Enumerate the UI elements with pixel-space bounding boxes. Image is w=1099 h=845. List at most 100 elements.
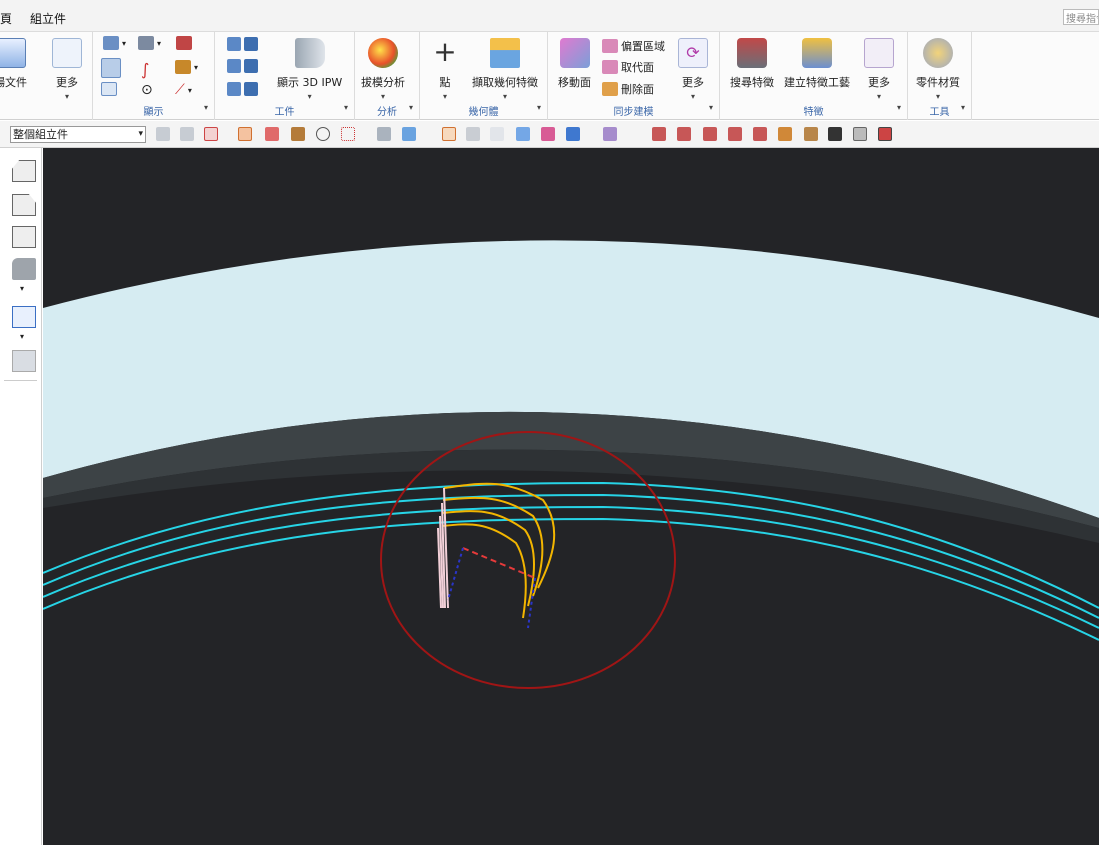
- ribbon-group-geometry: + 點 ▾ 擷取幾何特徵 ▾ 幾何體 ▾: [420, 32, 548, 120]
- shaded-icon[interactable]: [377, 127, 391, 141]
- find-feature-button[interactable]: 搜尋特徵: [730, 38, 774, 90]
- extract-geometry-button[interactable]: 擷取幾何特徵 ▾: [472, 38, 538, 101]
- doc-label: 場文件: [0, 76, 27, 89]
- show-3d-ipw-button[interactable]: 顯示 3D IPW ▾: [277, 38, 342, 101]
- toolpath-yellow: [441, 482, 556, 619]
- offset-region-button[interactable]: 偏置區域: [602, 38, 665, 54]
- csys5-icon[interactable]: [753, 127, 767, 141]
- cube-select-icon[interactable]: [238, 127, 252, 141]
- toolpath-pink: [437, 487, 449, 609]
- assembly-navigator-icon[interactable]: [12, 160, 36, 182]
- ipw-icon: [294, 38, 325, 68]
- measure-icon[interactable]: [778, 127, 792, 141]
- wp-tool-3[interactable]: [227, 82, 258, 96]
- part-material-button[interactable]: 零件材質 ▾: [916, 38, 960, 101]
- ribbon-group-tools: 零件材質 ▾ 工具 ▾: [908, 32, 972, 120]
- chevron-down-icon[interactable]: ▾: [20, 284, 24, 293]
- display-tool-3[interactable]: [176, 36, 192, 50]
- display-tool-8[interactable]: ⊙: [141, 82, 153, 98]
- delete-face-label: 刪除面: [621, 83, 654, 96]
- approach-move: [447, 547, 464, 601]
- doc-button[interactable]: 場文件: [0, 38, 27, 90]
- feature-group-icon: [802, 38, 832, 68]
- delete-face-button[interactable]: 刪除面: [602, 81, 654, 97]
- chevron-down-icon[interactable]: ▾: [709, 103, 713, 112]
- csys3-icon[interactable]: [703, 127, 717, 141]
- display-tool-4[interactable]: [101, 58, 121, 78]
- chevron-down-icon[interactable]: ▾: [537, 103, 541, 112]
- create-feature-group-button[interactable]: 建立特徵工藝: [784, 38, 850, 90]
- geometry-label: 幾何體: [468, 107, 499, 118]
- display-tool-5[interactable]: ∫: [141, 60, 149, 79]
- display-tool-2[interactable]: ▾: [138, 36, 161, 50]
- black-square-icon[interactable]: [828, 127, 842, 141]
- chevron-down-icon[interactable]: ▾: [961, 103, 965, 112]
- selection-scope-select[interactable]: 整個組立件 ▾: [10, 126, 146, 143]
- wp-tool-2[interactable]: [227, 59, 258, 73]
- draft-analysis-icon: [368, 38, 398, 68]
- find-feature-label: 搜尋特徵: [730, 76, 774, 89]
- flag-icon: [244, 59, 258, 73]
- select-frame-icon[interactable]: [204, 127, 218, 141]
- display-tool-6[interactable]: ▾: [175, 60, 198, 74]
- hatch-icon: [101, 58, 121, 78]
- replace-face-button[interactable]: 取代面: [602, 59, 654, 75]
- more-button-3[interactable]: 更多 ▾: [864, 38, 894, 101]
- chevron-down-icon[interactable]: ▾: [344, 103, 348, 112]
- red-square-icon[interactable]: [878, 127, 892, 141]
- pick-point-icon[interactable]: [265, 127, 279, 141]
- snap-icon[interactable]: [180, 127, 194, 141]
- plus-icon: +: [433, 35, 457, 68]
- view-front-icon[interactable]: [490, 127, 504, 141]
- reuse-library-icon[interactable]: [12, 258, 36, 280]
- csys-icon[interactable]: [652, 127, 666, 141]
- csys4-icon[interactable]: [728, 127, 742, 141]
- view-right-icon[interactable]: [541, 127, 555, 141]
- chevron-down-icon: ▾: [194, 62, 199, 72]
- polygon-icon[interactable]: [316, 127, 330, 141]
- layer-icon[interactable]: [603, 127, 617, 141]
- display-tool-9[interactable]: ⟋ ▾: [175, 82, 192, 98]
- menu-item-assembly[interactable]: 組立件: [30, 10, 66, 27]
- menu-item-partial[interactable]: 頁: [0, 10, 12, 27]
- ribbon-group-feature: 搜尋特徵 建立特徵工藝 更多 ▾ 特徵 ▾: [720, 32, 908, 120]
- graphics-window[interactable]: [43, 148, 1099, 845]
- part-material-label: 零件材質: [916, 76, 960, 89]
- replace-face-icon: [602, 60, 618, 74]
- csys2-icon[interactable]: [677, 127, 691, 141]
- display-tool-1[interactable]: ▾: [103, 36, 126, 50]
- divider: [4, 380, 37, 381]
- draft-analysis-label: 拔模分析: [361, 76, 405, 89]
- view-cube-icon[interactable]: [442, 127, 456, 141]
- more-button-2[interactable]: ⟳ 更多 ▾: [678, 38, 708, 101]
- draft-analysis-button[interactable]: 拔模分析 ▾: [361, 38, 405, 101]
- gray-square-icon[interactable]: [853, 127, 867, 141]
- box-select-icon[interactable]: [341, 127, 355, 141]
- view-shade-icon[interactable]: [566, 127, 580, 141]
- view-iso-icon[interactable]: [466, 127, 480, 141]
- point-button[interactable]: + 點 ▾: [430, 35, 460, 102]
- section-icon[interactable]: [804, 127, 818, 141]
- more-button-1[interactable]: 更多 ▾: [52, 38, 82, 101]
- tools-group-label: 工具 ▾: [908, 103, 971, 118]
- chevron-down-icon[interactable]: ▾: [20, 332, 24, 341]
- move-face-button[interactable]: 移動面: [558, 38, 591, 90]
- chevron-down-icon[interactable]: ▾: [897, 103, 901, 112]
- menu-bar: 頁 組立件 搜尋指令: [0, 0, 1099, 32]
- ribbon: 場文件 更多 ▾ ▾ ▾ ∫ ▾ ⊙ ⟋▾ 顯示▾ 顯示 3D IPW ▾ 工件…: [0, 32, 1099, 120]
- constraint-navigator-icon[interactable]: [12, 194, 36, 216]
- snap-point-icon[interactable]: [291, 127, 305, 141]
- chevron-down-icon[interactable]: ▾: [204, 103, 208, 112]
- roles-icon[interactable]: [12, 350, 36, 372]
- flag-icon: [244, 82, 258, 96]
- part-navigator-icon[interactable]: [12, 226, 36, 248]
- fit-view-icon[interactable]: [12, 306, 36, 328]
- render-icon[interactable]: [402, 127, 416, 141]
- feature-group-label: 特徵 ▾: [720, 103, 907, 118]
- filter-icon[interactable]: [156, 127, 170, 141]
- command-search-input[interactable]: 搜尋指令: [1063, 9, 1099, 25]
- display-tool-7[interactable]: [101, 82, 117, 96]
- view-top-icon[interactable]: [516, 127, 530, 141]
- wp-tool-1[interactable]: [227, 37, 258, 51]
- chevron-down-icon[interactable]: ▾: [409, 103, 413, 112]
